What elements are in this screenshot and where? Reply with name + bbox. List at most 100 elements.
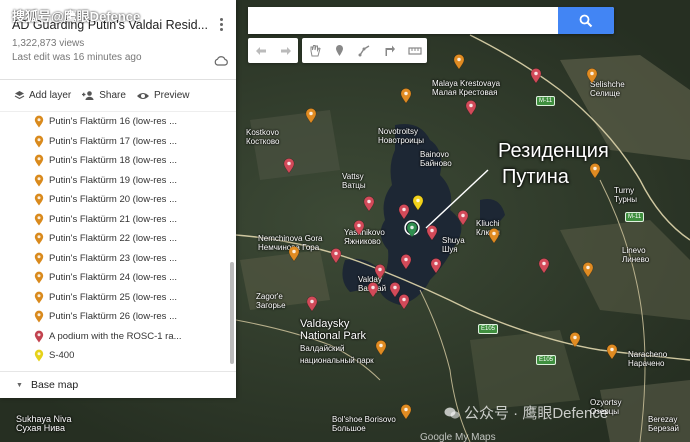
add-layer-button[interactable]: Add layer <box>14 90 71 101</box>
marker-icon <box>34 310 44 323</box>
map-pin[interactable] <box>587 160 603 182</box>
map-pin[interactable] <box>463 97 479 119</box>
map-pin[interactable] <box>328 245 344 267</box>
map-pin[interactable] <box>398 401 414 423</box>
layer-item-label: A podium with the ROSC-1 ra... <box>49 330 182 342</box>
add-marker-button[interactable] <box>327 38 352 63</box>
map-pin[interactable] <box>361 193 377 215</box>
more-options-icon[interactable] <box>220 18 224 33</box>
base-map-label: Base map <box>30 379 79 391</box>
marker-icon <box>34 154 44 167</box>
base-map-toggle[interactable]: ▼ Base map <box>0 371 236 398</box>
marker-icon <box>34 232 44 245</box>
map-side-panel: AD Guarding Putin's Valdai Resid... 1,32… <box>0 0 236 398</box>
layers-icon <box>14 91 25 100</box>
map-pin[interactable] <box>398 251 414 273</box>
map-pin[interactable] <box>536 255 552 277</box>
layer-item[interactable]: Putin's Flaktürm 24 (low-res ... <box>0 268 236 288</box>
marker-icon <box>34 135 44 148</box>
layer-item[interactable]: Putin's Flaktürm 20 (low-res ... <box>0 190 236 210</box>
place-label-park: Valdaysky National Park Валдайский национ… <box>300 318 374 365</box>
layer-item[interactable]: Putin's Flaktürm 17 (low-res ... <box>0 132 236 152</box>
draw-line-icon <box>358 45 370 57</box>
pin-icon <box>589 163 601 179</box>
pin-icon <box>586 68 598 84</box>
layer-item-label: Putin's Flaktürm 18 (low-res ... <box>49 155 177 167</box>
pin-icon <box>400 254 412 270</box>
redo-button[interactable] <box>273 38 298 63</box>
last-edit-status: Last edit was 16 minutes ago <box>12 52 142 63</box>
map-pin[interactable] <box>373 337 389 359</box>
layer-item[interactable]: Putin's Flaktürm 23 (low-res ... <box>0 249 236 269</box>
map-pin[interactable] <box>410 192 426 214</box>
map-pin[interactable] <box>303 105 319 127</box>
layer-item-label: Putin's Flaktürm 24 (low-res ... <box>49 272 177 284</box>
pin-icon <box>363 196 375 212</box>
map-pin[interactable] <box>580 259 596 281</box>
preview-button[interactable]: Preview <box>136 90 190 101</box>
pin-icon <box>412 195 424 211</box>
place-label: Bol'shoe Borisovo Большое <box>332 415 396 433</box>
selected-map-pin[interactable] <box>404 219 420 241</box>
layer-item[interactable]: A podium with the ROSC-1 ra... <box>0 327 236 347</box>
directions-button[interactable] <box>377 38 402 63</box>
wechat-icon <box>444 407 460 419</box>
pan-tool-button[interactable] <box>302 38 327 63</box>
hand-icon <box>310 45 321 57</box>
pin-icon <box>426 225 438 241</box>
pin-icon <box>330 248 342 264</box>
map-pin[interactable] <box>396 291 412 313</box>
undo-button[interactable] <box>248 38 273 63</box>
pin-icon <box>306 296 318 312</box>
marker-icon <box>34 252 44 265</box>
map-pin[interactable] <box>428 255 444 277</box>
map-pin[interactable] <box>351 217 367 239</box>
marker-icon <box>336 45 343 56</box>
map-pin[interactable] <box>424 222 440 244</box>
layer-item[interactable]: Putin's Flaktürm 16 (low-res ... <box>0 112 236 132</box>
pin-icon <box>430 258 442 274</box>
map-pin[interactable] <box>455 207 471 229</box>
undo-redo-group <box>248 38 298 63</box>
layer-item[interactable]: Putin's Flaktürm 21 (low-res ... <box>0 210 236 230</box>
layer-item[interactable]: S-400 <box>0 346 236 365</box>
map-pin[interactable] <box>281 155 297 177</box>
layer-item[interactable]: Putin's Flaktürm 18 (low-res ... <box>0 151 236 171</box>
marker-icon <box>34 349 44 362</box>
pin-icon <box>606 344 618 360</box>
road-shield: M-11 <box>625 212 645 222</box>
map-pin[interactable] <box>365 279 381 301</box>
map-pin[interactable] <box>286 243 302 265</box>
watermark-bottom-text: 公众号 · 鹰眼Defence <box>464 405 609 422</box>
layer-item-label: Putin's Flaktürm 16 (low-res ... <box>49 116 177 128</box>
map-pin[interactable] <box>451 51 467 73</box>
map-pin[interactable] <box>604 341 620 363</box>
map-pin[interactable] <box>567 329 583 351</box>
draw-line-button[interactable] <box>352 38 377 63</box>
share-button[interactable]: Share <box>81 90 126 101</box>
layer-item[interactable]: Putin's Flaktürm 25 (low-res ... <box>0 288 236 308</box>
map-pin[interactable] <box>486 225 502 247</box>
pin-icon <box>453 54 465 70</box>
pin-icon <box>582 262 594 278</box>
map-pin[interactable] <box>584 65 600 87</box>
map-pin[interactable] <box>398 85 414 107</box>
scrollbar[interactable] <box>230 262 234 364</box>
search-icon <box>579 14 593 27</box>
pin-icon <box>305 108 317 124</box>
search-button[interactable] <box>558 7 614 34</box>
place-label: Naracheno Нарачено <box>628 350 668 368</box>
measure-button[interactable] <box>402 38 427 63</box>
layer-items-list[interactable]: Putin's Flaktürm 16 (low-res ... Putin's … <box>0 112 236 365</box>
map-toolbar <box>248 38 427 63</box>
map-pin[interactable] <box>304 293 320 315</box>
map-pin[interactable] <box>528 65 544 87</box>
layer-item-label: Putin's Flaktürm 22 (low-res ... <box>49 233 177 245</box>
layer-item[interactable]: Putin's Flaktürm 19 (low-res ... <box>0 171 236 191</box>
pin-icon <box>400 404 412 420</box>
layer-item-label: Putin's Flaktürm 21 (low-res ... <box>49 213 177 225</box>
layer-item[interactable]: Putin's Flaktürm 26 (low-res ... <box>0 307 236 327</box>
layer-item[interactable]: Putin's Flaktürm 22 (low-res ... <box>0 229 236 249</box>
search-box[interactable] <box>248 7 614 34</box>
search-input[interactable] <box>248 7 558 34</box>
